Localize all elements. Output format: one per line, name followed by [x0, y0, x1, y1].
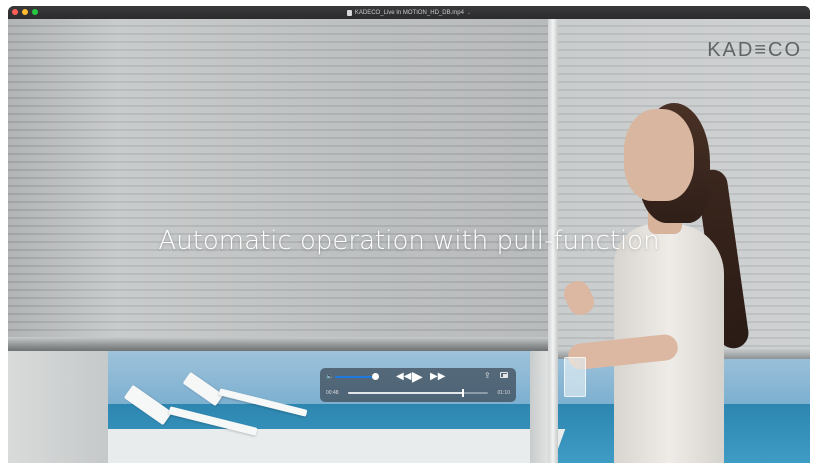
elapsed-time: 00:48	[326, 390, 339, 396]
remaining-time: 01:10	[497, 390, 510, 396]
woman-face	[624, 109, 694, 201]
video-caption: Automatic operation with pull-function	[158, 226, 660, 256]
rewind-button[interactable]: ◀◀	[396, 371, 411, 382]
picture-in-picture-icon[interactable]	[500, 372, 508, 378]
volume-slider-knob[interactable]	[372, 373, 379, 380]
pool-deck	[90, 429, 566, 463]
video-frame[interactable]: KAD≡CO Automatic operation with pull-fun…	[8, 19, 810, 463]
window-pillar	[530, 349, 548, 463]
pleated-blind-left	[8, 19, 556, 339]
share-icon[interactable]: ⇪	[484, 371, 491, 380]
play-button[interactable]: ▶	[412, 368, 423, 385]
minimize-window-button[interactable]	[22, 9, 28, 15]
title-bar[interactable]: KADECO_Live In MOTION_HD_DB.mp4 ⌄	[8, 6, 810, 19]
playback-controls[interactable]: 🔈 ◀◀ ▶ ▶▶ ⇪ 00:48 01:10	[320, 368, 516, 402]
fullscreen-window-button[interactable]	[32, 9, 38, 15]
volume-slider[interactable]	[335, 376, 375, 378]
volume-icon[interactable]: 🔈	[326, 373, 333, 380]
kadeco-logo: KAD≡CO	[707, 39, 802, 61]
quicktime-window: KADECO_Live In MOTION_HD_DB.mp4 ⌄ KAD≡CO…	[8, 6, 810, 463]
window-controls	[12, 9, 38, 15]
window-title: KADECO_Live In MOTION_HD_DB.mp4 ⌄	[346, 9, 471, 16]
window-title-text: KADECO_Live In MOTION_HD_DB.mp4	[354, 9, 464, 16]
water-glass	[564, 357, 586, 397]
video-file-icon	[346, 9, 352, 16]
left-wall	[8, 349, 108, 463]
blind-bottom-rail-left	[8, 337, 556, 351]
fast-forward-button[interactable]: ▶▶	[430, 371, 445, 382]
scrubber-playhead[interactable]	[461, 389, 464, 397]
title-chevron-icon[interactable]: ⌄	[467, 10, 471, 16]
close-window-button[interactable]	[12, 9, 18, 15]
scrubber-progress	[348, 392, 463, 394]
scrubber-track[interactable]	[348, 389, 488, 397]
